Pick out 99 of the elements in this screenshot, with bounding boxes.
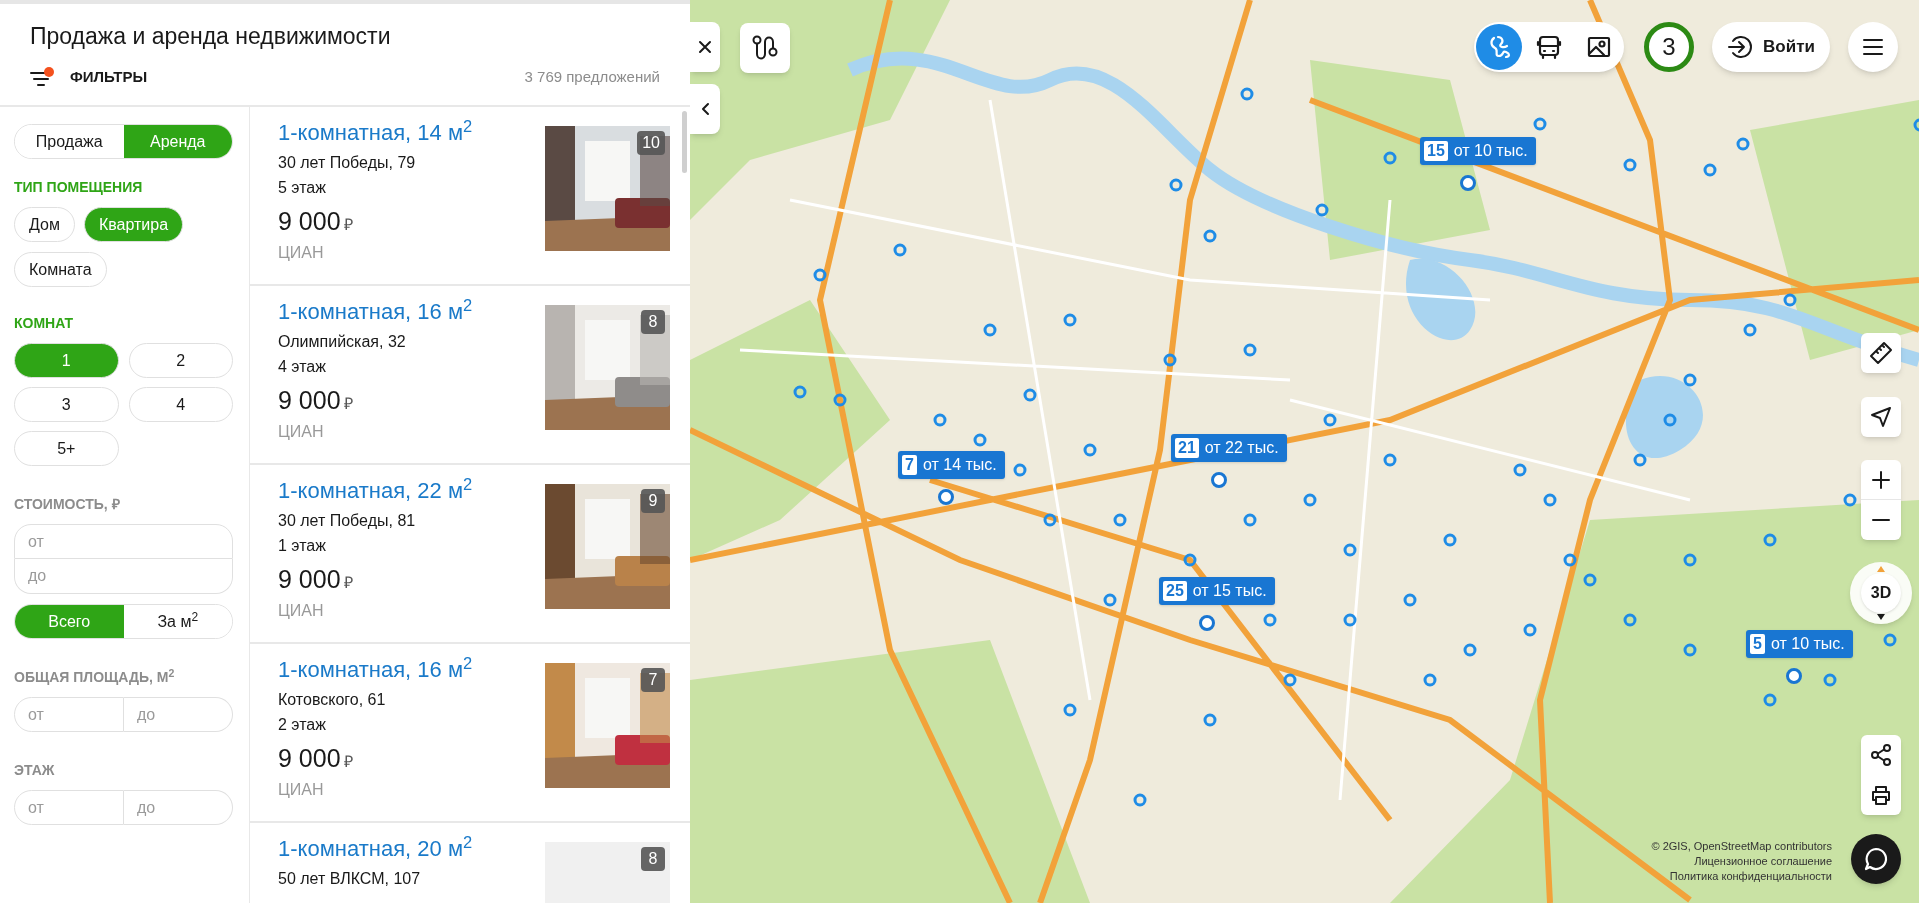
listing-address: 30 лет Победы, 79 xyxy=(278,153,417,173)
filters-button[interactable]: ФИЛЬТРЫ xyxy=(30,66,148,89)
bus-icon xyxy=(1536,34,1562,60)
section-heading: ТИП ПОМЕЩЕНИЯ xyxy=(14,179,144,196)
listing-source: ЦИАН xyxy=(278,422,325,442)
chip[interactable]: Комната xyxy=(14,252,107,287)
3d-button[interactable]: 3D xyxy=(1861,573,1901,613)
minus-icon xyxy=(1871,518,1891,522)
range-input[interactable]: от xyxy=(14,524,233,559)
layer-toggle-button[interactable] xyxy=(1476,24,1522,70)
chip[interactable]: Дом xyxy=(14,207,75,242)
listing-photo[interactable]: 9 xyxy=(545,484,670,609)
chip[interactable]: 4 xyxy=(128,387,233,422)
photo-count-badge: 10 xyxy=(637,131,665,155)
legal-link[interactable]: Лицензионное соглашение xyxy=(1694,854,1832,869)
price-cluster-label[interactable]: 7 от 14 тыс. xyxy=(898,451,1005,479)
ruler-button[interactable] xyxy=(1861,333,1901,373)
listing-photo[interactable]: 8 xyxy=(545,305,670,430)
filter-icon xyxy=(30,71,52,88)
listing-address: 50 лет ВЛКСМ, 107 xyxy=(278,869,422,889)
cluster-price: от 15 тыс. xyxy=(1192,581,1267,601)
listing-source: ЦИАН xyxy=(278,601,325,621)
cluster-price: от 22 тыс. xyxy=(1204,438,1279,458)
navigation-arrow-icon xyxy=(1870,406,1892,428)
share-icon xyxy=(1870,744,1892,766)
price-cluster-label[interactable]: 21 от 22 тыс. xyxy=(1171,434,1287,462)
cluster-count: 15 xyxy=(1424,141,1448,161)
listing-title-link[interactable]: 1-комнатная, 14 м$^{2}$ xyxy=(278,119,473,147)
price-cluster-label[interactable]: 15 от 10 тыс. xyxy=(1420,137,1536,165)
range-input[interactable]: от xyxy=(14,790,124,825)
listing-price: 9 000 xyxy=(278,743,341,773)
listing-floor: 5 этаж xyxy=(278,178,327,198)
listing-floor: 4 этаж xyxy=(278,357,327,377)
cluster-count: 21 xyxy=(1175,438,1199,458)
listing-title-link[interactable]: 1-комнатная, 20 м$^{2}$ xyxy=(278,835,473,863)
listing-photo[interactable]: 10 xyxy=(545,126,670,251)
chevron-left-icon xyxy=(700,102,710,116)
panel-title: Продажа и аренда недвижимости xyxy=(30,22,392,50)
cluster-price: от 14 тыс. xyxy=(922,455,997,475)
photo-count-badge: 9 xyxy=(641,489,665,513)
close-button[interactable] xyxy=(690,22,720,72)
legal-link[interactable]: Политика конфиденциальности xyxy=(1669,869,1832,884)
section-heading: КОМНАТ xyxy=(14,315,75,332)
cluster-count: 7 xyxy=(902,455,917,475)
collapse-button[interactable] xyxy=(690,84,720,134)
cluster-price: от 10 тыс. xyxy=(1453,141,1528,161)
route-button[interactable] xyxy=(740,23,790,73)
login-icon xyxy=(1727,34,1754,60)
listing-source: ЦИАН xyxy=(278,243,325,263)
south-arrow-icon xyxy=(1877,614,1885,620)
chip[interactable]: 2 xyxy=(128,343,233,378)
listing-address: Олимпийская, 32 xyxy=(278,332,407,352)
ruler-icon xyxy=(1869,341,1893,365)
listing-address: 30 лет Победы, 81 xyxy=(278,511,417,531)
listing-price: 9 000 xyxy=(278,564,341,594)
route-icon xyxy=(751,34,779,62)
range-input[interactable]: до xyxy=(124,697,233,732)
currency-sign: ₽ xyxy=(343,573,353,593)
offers-count: 3 769 предложений xyxy=(524,67,660,87)
listing-title-link[interactable]: 1-комнатная, 22 м$^{2}$ xyxy=(278,477,473,505)
section-heading: ОБЩАЯ ПЛОЩАДЬ, М$^{2}$ xyxy=(14,669,176,686)
listing-floor: 2 этаж xyxy=(278,715,327,735)
section-heading: ЭТАЖ xyxy=(14,762,56,779)
north-arrow-icon xyxy=(1877,566,1885,572)
range-input[interactable]: от xyxy=(14,697,124,732)
listing-price: 9 000 xyxy=(278,206,341,236)
price-cluster-label[interactable]: 25 от 15 тыс. xyxy=(1159,577,1275,605)
chat-icon xyxy=(1863,846,1889,872)
listing-source: ЦИАН xyxy=(278,780,325,800)
listing-title-link[interactable]: 1-комнатная, 16 м$^{2}$ xyxy=(278,298,473,326)
range-input[interactable]: до xyxy=(14,559,233,594)
cluster-count: 25 xyxy=(1163,581,1187,601)
chip[interactable]: 5+ xyxy=(14,431,119,466)
photo-count-badge: 8 xyxy=(641,310,665,334)
range-input[interactable]: до xyxy=(124,790,233,825)
listing-title-link[interactable]: 1-комнатная, 16 м$^{2}$ xyxy=(278,656,473,684)
price-cluster-label[interactable]: 5 от 10 тыс. xyxy=(1746,630,1853,658)
listing-photo[interactable]: 7 xyxy=(545,663,670,788)
login-button[interactable]: Войти xyxy=(1712,22,1830,72)
cluster-price: от 10 тыс. xyxy=(1770,634,1845,654)
copyright-text: © 2GIS, OpenStreetMap contributors xyxy=(1651,839,1832,854)
close-icon xyxy=(698,40,712,54)
plus-icon xyxy=(1871,469,1891,490)
currency-sign: ₽ xyxy=(343,394,353,414)
listing-address: Котовского, 61 xyxy=(278,690,387,710)
menu-icon xyxy=(1862,38,1884,56)
scrollbar[interactable] xyxy=(682,111,687,173)
photo-count-badge: 7 xyxy=(641,668,665,692)
listing-floor: 1 этаж xyxy=(278,536,327,556)
currency-sign: ₽ xyxy=(343,752,353,772)
listing-price: 9 000 xyxy=(278,385,341,415)
section-heading: СТОИМОСТЬ, ₽ xyxy=(14,496,121,513)
currency-sign: ₽ xyxy=(343,215,353,235)
printer-icon xyxy=(1870,784,1892,806)
locate-button[interactable] xyxy=(1861,397,1901,437)
image-icon xyxy=(1586,34,1612,60)
cluster-count: 5 xyxy=(1750,634,1765,654)
photo-count-badge: 8 xyxy=(641,847,665,871)
chip[interactable]: 3 xyxy=(14,387,119,422)
